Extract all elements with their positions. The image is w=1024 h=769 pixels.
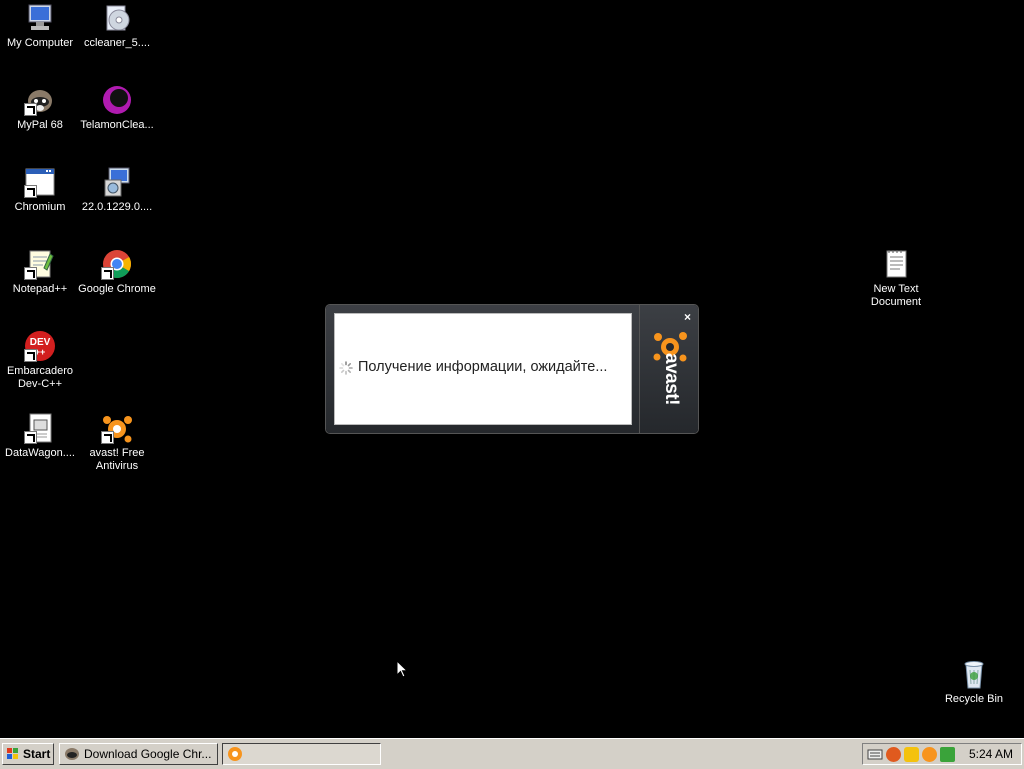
- icon-label: Chromium: [14, 201, 66, 213]
- mypal-icon: [24, 84, 56, 116]
- recycle-bin-icon: [958, 658, 990, 690]
- desktop[interactable]: My Computer MyPal 68 Chromium Notepad++ …: [0, 0, 1024, 738]
- computer-icon: [24, 2, 56, 34]
- desktop-icon-mypal[interactable]: MyPal 68: [0, 84, 80, 132]
- avast-tray-icon[interactable]: [922, 746, 937, 762]
- icon-label: Recycle Bin: [944, 693, 1004, 705]
- popup-message: Получение информации, ожидайте...: [358, 359, 608, 375]
- desktop-icon-new-text-document[interactable]: New Text Document: [856, 248, 936, 309]
- shortcut-arrow-icon: [101, 431, 114, 444]
- avast-popup: Получение информации, ожидайте... × avas…: [326, 305, 698, 433]
- icon-label: avast! Free Antivirus: [89, 447, 145, 472]
- desktop-icon-my-computer[interactable]: My Computer: [0, 2, 80, 50]
- shortcut-arrow-icon: [24, 103, 37, 116]
- update-tray-icon[interactable]: [940, 746, 955, 762]
- shortcut-arrow-icon: [24, 431, 37, 444]
- icon-label: ccleaner_5....: [83, 37, 151, 49]
- taskbar: Start Download Google Chr... 5:24 AM: [0, 738, 1024, 769]
- shortcut-arrow-icon: [24, 185, 37, 198]
- icon-label: TelamonClea...: [80, 119, 154, 131]
- shortcut-arrow-icon: [24, 267, 37, 280]
- desktop-icon-datawagon[interactable]: DataWagon....: [0, 412, 80, 460]
- desktop-icon-setup[interactable]: 22.0.1229.0....: [77, 166, 157, 214]
- close-button[interactable]: ×: [684, 310, 691, 324]
- system-tray: 5:24 AM: [862, 743, 1022, 765]
- windows-logo-icon: [7, 748, 18, 759]
- avast-brand-text: avast!: [661, 353, 682, 405]
- desktop-icon-ccleaner[interactable]: ccleaner_5....: [77, 2, 157, 50]
- devcpp-icon: DEV ++: [24, 330, 56, 362]
- icon-label: Google Chrome: [78, 283, 156, 295]
- mouse-cursor-icon: [396, 660, 408, 678]
- desktop-icon-chromium[interactable]: Chromium: [0, 166, 80, 214]
- desktop-icon-telamon[interactable]: TelamonClea...: [77, 84, 157, 132]
- desktop-icon-recycle-bin[interactable]: Recycle Bin: [934, 658, 1014, 706]
- desktop-icon-notepadpp[interactable]: Notepad++: [0, 248, 80, 296]
- shortcut-arrow-icon: [24, 349, 37, 362]
- start-label: Start: [23, 747, 51, 761]
- icon-label: MyPal 68: [17, 119, 63, 131]
- icon-label: My Computer: [6, 37, 74, 49]
- icon-label: Embarcadero Dev-C++: [6, 365, 74, 390]
- document-icon: [24, 412, 56, 444]
- avast-brand-panel: × avast!: [639, 305, 699, 433]
- popup-message-box: Получение информации, ожидайте...: [334, 313, 632, 425]
- tray-clock[interactable]: 5:24 AM: [969, 747, 1013, 761]
- mypal-icon: [65, 748, 79, 760]
- desktop-icon-devcpp[interactable]: DEV ++ Embarcadero Dev-C++: [0, 330, 80, 391]
- shield-tray-icon[interactable]: [904, 746, 919, 762]
- start-button[interactable]: Start: [2, 743, 54, 765]
- loading-spinner-icon: [339, 361, 353, 375]
- text-document-icon: [880, 248, 912, 280]
- icon-label: 22.0.1229.0....: [81, 201, 153, 213]
- telamon-icon: [101, 84, 133, 116]
- avast-icon: [101, 412, 133, 444]
- icon-label: DataWagon....: [5, 447, 75, 459]
- icon-label: New Text Document: [870, 283, 922, 308]
- task-label: Download Google Chr...: [84, 747, 212, 761]
- installer-icon: [101, 2, 133, 34]
- chromium-icon: [24, 166, 56, 198]
- chrome-icon: [101, 248, 133, 280]
- desktop-icon-avast[interactable]: avast! Free Antivirus: [77, 412, 157, 473]
- desktop-icon-google-chrome[interactable]: Google Chrome: [77, 248, 157, 296]
- notepadpp-icon: [24, 248, 56, 280]
- setup-icon: [101, 166, 133, 198]
- avast-icon: [228, 747, 242, 761]
- shortcut-arrow-icon: [101, 267, 114, 280]
- taskbar-task-download-chrome[interactable]: Download Google Chr...: [59, 743, 218, 765]
- keyboard-icon[interactable]: [867, 748, 883, 760]
- network-tray-icon[interactable]: [886, 746, 901, 762]
- taskbar-task-avast[interactable]: [222, 743, 381, 765]
- icon-label: Notepad++: [12, 283, 68, 295]
